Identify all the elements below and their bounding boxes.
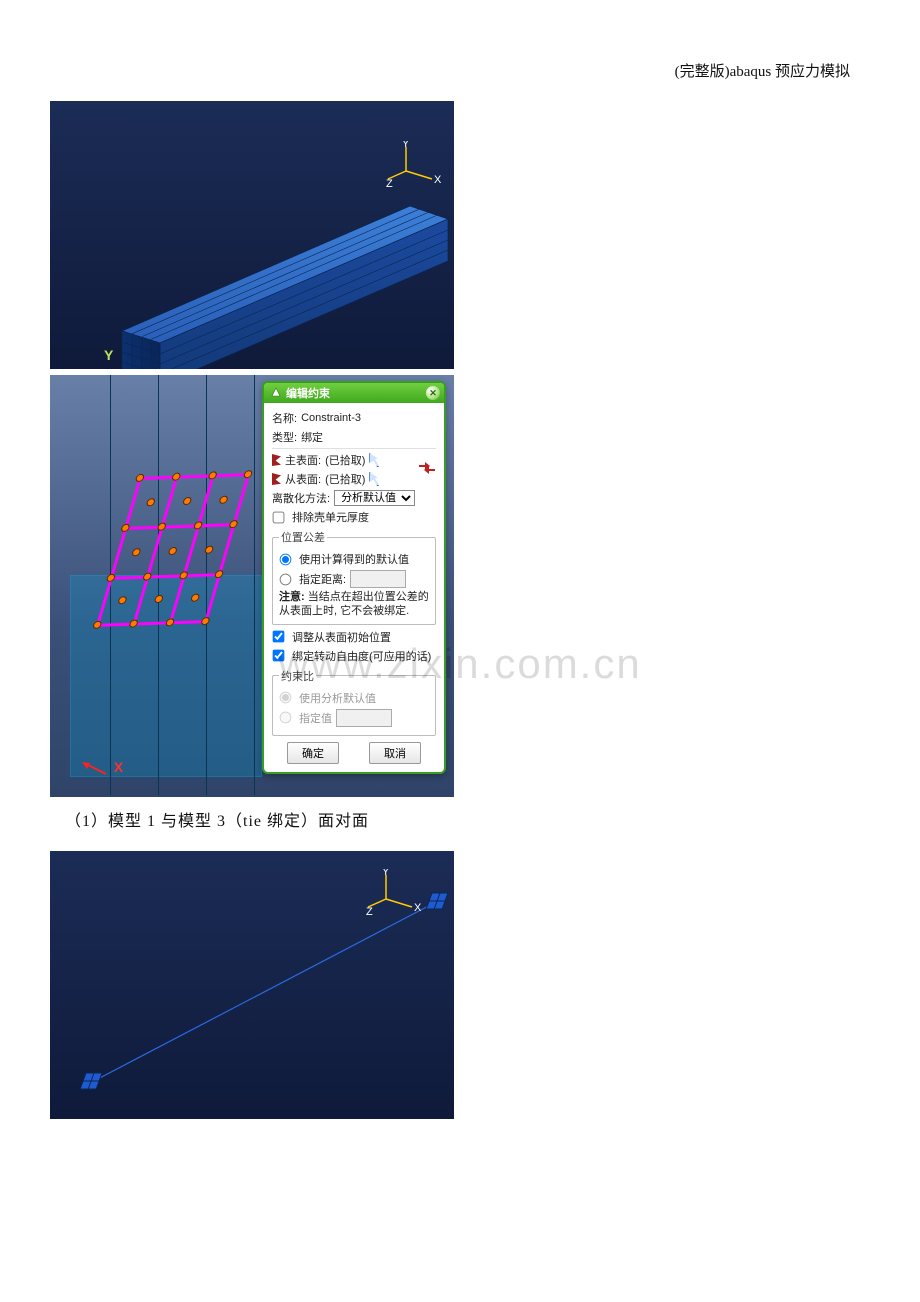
svg-text:X: X (434, 174, 442, 186)
cr-specify-radio (280, 712, 292, 724)
pick-master-icon[interactable] (369, 453, 383, 467)
caption-1: （1）模型 1 与模型 3（tie 绑定）面对面 (65, 807, 880, 831)
exclude-thickness-checkbox[interactable] (273, 511, 285, 523)
ok-button[interactable]: 确定 (287, 742, 339, 764)
slave-flag-icon (272, 473, 281, 485)
name-label: 名称: (272, 410, 297, 426)
note-bold: 注意: (279, 591, 305, 603)
svg-text:Z: Z (366, 906, 373, 918)
slave-value: (已拾取) (325, 471, 365, 487)
adjust-checkbox[interactable] (273, 631, 285, 643)
type-label: 类型: (272, 429, 297, 445)
axis-triad: Y X Z (386, 141, 446, 191)
discretization-label: 离散化方法: (272, 490, 330, 506)
position-tolerance-legend: 位置公差 (279, 529, 327, 545)
svg-text:Y: Y (382, 869, 390, 878)
constraint-ratio-group: 约束比 使用分析默认值 指定值 (272, 668, 436, 736)
cr-specify-input (336, 709, 392, 727)
corner-axis-label: Y (104, 347, 113, 363)
corner-axis-label: X (80, 760, 123, 783)
cr-specify-label: 指定值 (299, 710, 332, 726)
master-label: 主表面: (285, 452, 321, 468)
adjust-label: 调整从表面初始位置 (292, 629, 391, 645)
page-header-note: (完整版)abaqus 预应力模拟 (40, 60, 850, 81)
cr-default-label: 使用分析默认值 (299, 690, 376, 706)
axis-triad: Y X Z (366, 869, 426, 919)
tie-rot-label: 绑定转动自由度(可应用的话) (292, 648, 431, 664)
discretization-select[interactable]: 分析默认值 (334, 490, 415, 506)
pt-specify-radio[interactable] (280, 573, 292, 585)
master-value: (已拾取) (325, 452, 365, 468)
pt-default-radio[interactable] (280, 553, 292, 565)
swap-surfaces-icon[interactable] (418, 461, 436, 475)
svg-text:Y: Y (402, 141, 410, 150)
pt-specify-input[interactable] (350, 570, 406, 588)
master-flag-icon (272, 454, 281, 466)
slave-label: 从表面: (285, 471, 321, 487)
viewport-beam[interactable]: Y X Z Y (50, 101, 454, 369)
viewport-dialog[interactable]: X 编辑约束 ✕ 名称: Constraint-3 类型: (50, 375, 454, 797)
cancel-button[interactable]: 取消 (369, 742, 421, 764)
dialog-title: 编辑约束 (286, 385, 330, 401)
dialog-titlebar[interactable]: 编辑约束 ✕ (264, 383, 444, 403)
name-value: Constraint-3 (301, 412, 361, 424)
pt-default-label: 使用计算得到的默认值 (299, 551, 409, 567)
constraint-ratio-legend: 约束比 (279, 668, 316, 684)
type-value: 绑定 (301, 429, 323, 445)
close-icon[interactable]: ✕ (426, 386, 440, 400)
viewport-wire[interactable]: Y X Z (50, 851, 454, 1119)
position-tolerance-group: 位置公差 使用计算得到的默认值 指定距离: 注意: 当结点在超出位置公差的从表面… (272, 529, 436, 625)
pt-specify-label: 指定距离: (299, 571, 346, 587)
tie-rot-checkbox[interactable] (273, 650, 285, 662)
cr-default-radio (280, 692, 292, 704)
svg-text:Z: Z (386, 178, 393, 190)
exclude-thickness-label: 排除壳单元厚度 (292, 509, 369, 525)
edit-constraint-dialog: 编辑约束 ✕ 名称: Constraint-3 类型: 绑定 主表面: (已拾取… (262, 381, 446, 774)
pick-slave-icon[interactable] (369, 472, 383, 486)
svg-text:X: X (414, 902, 422, 914)
dialog-icon (270, 386, 282, 401)
